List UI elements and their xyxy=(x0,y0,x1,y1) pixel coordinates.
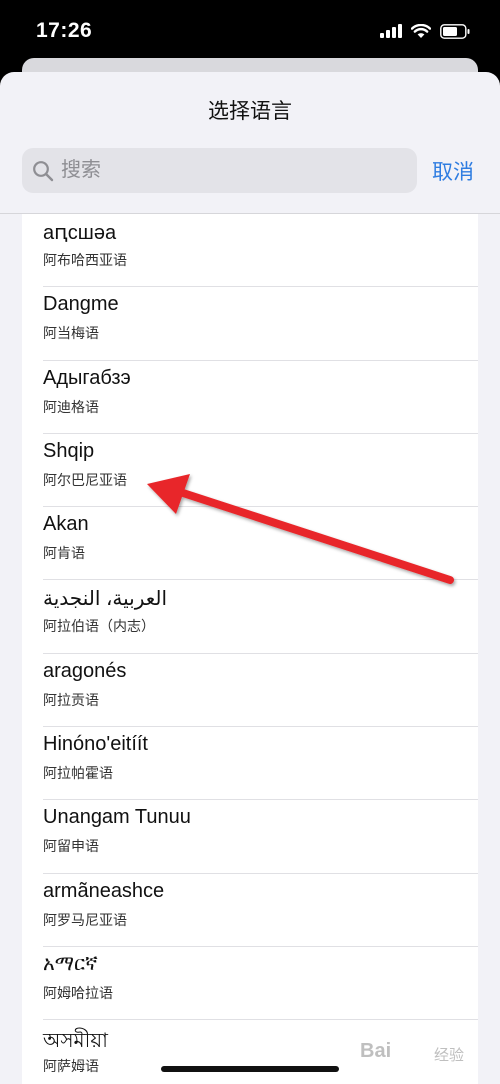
language-item[interactable]: Shqip 阿尔巴尼亚语 xyxy=(22,434,478,508)
language-native-name: Unangam Tunuu xyxy=(43,806,191,829)
status-icons xyxy=(380,22,470,40)
language-item[interactable]: aragonés 阿拉贡语 xyxy=(22,654,478,728)
sheet-title: 选择语言 xyxy=(208,100,292,123)
language-item[interactable]: aԥсшәа 阿布哈西亚语 xyxy=(22,214,478,288)
battery-icon xyxy=(440,23,470,39)
language-native-name: Dangme xyxy=(43,293,119,316)
language-local-name: 阿罗马尼亚语 xyxy=(43,911,127,928)
language-local-name: 阿拉帕霍语 xyxy=(43,765,113,782)
language-item[interactable]: Hinóno'eitíít 阿拉帕霍语 xyxy=(22,727,478,801)
watermark-brand: Bai xyxy=(360,1040,392,1062)
watermark-sub: 经验 xyxy=(434,1047,465,1064)
search-icon xyxy=(31,159,55,183)
language-list: aԥсшәа 阿布哈西亚语 Dangme 阿当梅语 Адыгабзэ 阿迪格语 … xyxy=(22,214,478,1084)
language-item[interactable]: Адыгабзэ 阿迪格语 xyxy=(22,361,478,435)
language-item[interactable]: አማርኛ 阿姆哈拉语 xyxy=(22,947,478,1021)
language-native-name: armãneashce xyxy=(43,879,165,902)
language-native-name: aԥсшәа xyxy=(43,222,117,244)
language-local-name: 阿拉伯语（内志） xyxy=(43,618,155,635)
language-local-name: 阿尔巴尼亚语 xyxy=(43,471,127,488)
status-bar: 17:26 xyxy=(0,0,500,62)
language-local-name: 阿萨姆语 xyxy=(43,1058,99,1075)
language-local-name: 阿留申语 xyxy=(43,838,99,855)
language-native-name: Hinóno'eitíít xyxy=(43,733,148,756)
language-local-name: 阿布哈西亚语 xyxy=(43,252,127,268)
wifi-icon xyxy=(411,23,431,38)
language-native-name: Shqip xyxy=(43,439,95,462)
language-native-name: አማርኛ xyxy=(43,952,98,975)
language-item[interactable]: armãneashce 阿罗马尼亚语 xyxy=(22,874,478,948)
language-native-name: Akan xyxy=(43,513,89,536)
search-input[interactable] xyxy=(59,158,393,183)
language-item[interactable]: العربية، النجدية 阿拉伯语（内志） xyxy=(22,580,478,655)
language-native-name: العربية، النجدية xyxy=(43,588,168,611)
language-native-name: aragonés xyxy=(43,659,127,682)
language-picker-sheet: 选择语言 取消 aԥсшәа 阿布哈西亚语 Dangme 阿当梅语 Адыгаб… xyxy=(0,72,500,1084)
status-time: 17:26 xyxy=(36,19,93,42)
signal-icon xyxy=(380,24,402,38)
language-item[interactable]: Akan 阿肯语 xyxy=(22,507,478,581)
home-indicator[interactable] xyxy=(161,1066,339,1072)
cancel-button[interactable]: 取消 xyxy=(432,156,474,186)
language-local-name: 阿姆哈拉语 xyxy=(43,984,113,1001)
language-local-name: 阿迪格语 xyxy=(43,398,99,415)
language-item[interactable]: Dangme 阿当梅语 xyxy=(22,287,478,361)
language-native-name: Адыгабзэ xyxy=(43,366,131,389)
language-local-name: 阿拉贡语 xyxy=(43,691,99,708)
search-bar[interactable] xyxy=(22,148,417,193)
language-native-name: অসমীয়া xyxy=(43,1030,108,1053)
language-item[interactable]: Unangam Tunuu 阿留申语 xyxy=(22,800,478,874)
watermark-logo: Bai 经验 xyxy=(352,1030,492,1070)
language-local-name: 阿当梅语 xyxy=(43,325,99,342)
language-local-name: 阿肯语 xyxy=(43,545,85,562)
